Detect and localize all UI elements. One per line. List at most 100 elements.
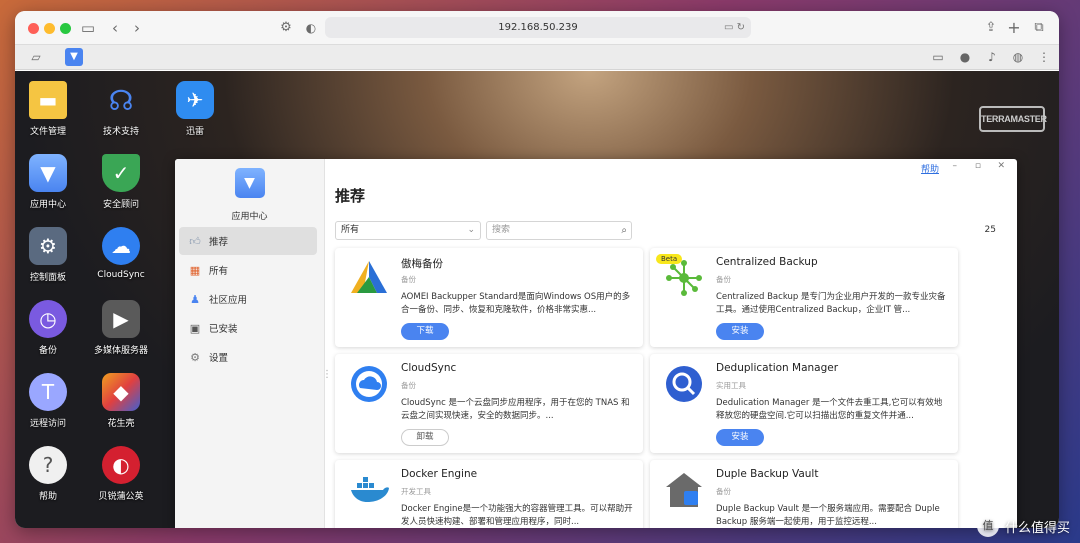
desktop-icon-remote-access[interactable]: T 远程访问	[15, 373, 81, 429]
community-icon: ♟	[190, 292, 200, 306]
thumbs-up-icon: 👍︎	[189, 234, 201, 248]
back-icon[interactable]: ‹	[105, 18, 125, 38]
nas-toolbar: ▱ ▼ ▭ ● ♪ ◍ ⋮	[15, 45, 1059, 70]
desktop-icon-file-manager[interactable]: ▬ 文件管理	[15, 81, 81, 137]
app-description: Dedulication Manager 是一个文件去重工具,它可以有效地释放您…	[716, 398, 943, 421]
minimize-window-button[interactable]	[44, 23, 55, 34]
app-center-main: 推荐 所有 ⌄ 搜索 ⌕ 25 傲梅备份 备份 AOMEI Backupper …	[325, 159, 1017, 528]
browser-titlebar: ▭ ‹ › ⚙ ◐ 192.168.50.239 ▭ ↻ ⇪ + ⧉	[15, 11, 1059, 45]
address-bar[interactable]: 192.168.50.239 ▭ ↻	[325, 17, 751, 38]
tab-overview-icon[interactable]: ⧉	[1029, 18, 1049, 38]
desktop-icon-media-server[interactable]: ▶ 多媒体服务器	[88, 300, 154, 356]
app-category: 实用工具	[716, 381, 746, 390]
chevron-down-icon: ⌄	[467, 225, 475, 235]
settings-icon: ⚙	[190, 350, 200, 364]
install-button[interactable]: 安装	[716, 323, 764, 340]
zoom-window-button[interactable]	[60, 23, 71, 34]
install-button[interactable]: 安装	[716, 429, 764, 446]
sidebar-item-settings[interactable]: ⚙ 设置	[179, 343, 317, 371]
app-category: 备份	[716, 275, 731, 284]
app-card-cloudsync[interactable]: CloudSync 备份 CloudSync 是一个云盘同步应用程序，用于在您的…	[335, 354, 643, 453]
brand-logo: TERRAMASTER	[979, 106, 1047, 132]
installed-icon: ▣	[189, 321, 201, 335]
url-text: 192.168.50.239	[498, 22, 578, 33]
sidebar-item-all[interactable]: ▦ 所有	[179, 256, 317, 284]
app-card-aomei[interactable]: 傲梅备份 备份 AOMEI Backupper Standard是面向Windo…	[335, 248, 643, 347]
sidebar-item-installed[interactable]: ▣ 已安装	[179, 314, 317, 342]
gear-icon: ⚙	[29, 227, 67, 265]
app-card-duple-backup-vault[interactable]: Duple Backup Vault 备份 Duple Backup Vault…	[650, 460, 958, 528]
app-center-taskbar-icon[interactable]: ▼	[65, 48, 83, 66]
sidebar-title: 应用中心	[231, 212, 268, 222]
app-category: 开发工具	[401, 487, 431, 496]
app-center-sidebar: ▼ 应用中心 👍︎ 推荐 ▦ 所有 ♟ 社区应用 ▣ 已安装 ⚙ 设置	[175, 159, 325, 528]
privacy-shield-icon[interactable]: ◐	[301, 18, 321, 38]
app-name: Centralized Backup	[716, 256, 818, 268]
dandelion-icon: ◐	[102, 446, 140, 484]
app-category: 备份	[401, 381, 416, 390]
page-title: 推荐	[335, 187, 366, 205]
shopping-bag-icon: ▼	[29, 154, 67, 192]
headset-icon: ☊	[108, 83, 134, 117]
search-icon[interactable]: ⌕	[621, 222, 627, 239]
desktop-icon[interactable]: ▱	[27, 48, 45, 66]
desktop-icon-oray[interactable]: ◆ 花生壳	[88, 373, 154, 429]
help-icon: ?	[29, 446, 67, 484]
desktop-icon-cloudsync[interactable]: ☁ CloudSync	[88, 227, 154, 280]
shield-icon: ✓	[102, 154, 140, 192]
app-description: Docker Engine是一个功能强大的容器管理工具。可以帮助开发人员快速构建…	[401, 504, 633, 527]
search-input[interactable]: 搜索 ⌕	[486, 221, 632, 240]
aomei-logo-icon	[347, 256, 391, 300]
desktop-icon-backup[interactable]: ◷ 备份	[15, 300, 81, 356]
app-count: 25	[984, 225, 996, 235]
desktop-icon-app-center[interactable]: ▼ 应用中心	[15, 154, 81, 210]
folder-icon: ▬	[29, 81, 67, 119]
app-category: 备份	[401, 275, 416, 284]
beta-badge: Beta	[656, 254, 683, 264]
app-center-logo-icon: ▼	[234, 168, 265, 198]
grid-icon: ▦	[189, 263, 201, 277]
desktop-icon-security-advisor[interactable]: ✓ 安全顾问	[88, 154, 154, 210]
uninstall-button[interactable]: 卸载	[401, 429, 449, 446]
reload-icon[interactable]: ▭ ↻	[724, 17, 745, 38]
desktop-icon-help[interactable]: ? 帮助	[15, 446, 81, 502]
category-filter-select[interactable]: 所有 ⌄	[335, 221, 481, 240]
docker-whale-icon	[347, 468, 391, 512]
cloud-sync-icon: ☁	[102, 227, 140, 265]
app-name: Duple Backup Vault	[716, 468, 819, 480]
settings-icon[interactable]: ⚙	[276, 18, 296, 38]
screen-icon[interactable]: ▭	[929, 48, 947, 66]
app-name: 傲梅备份	[401, 258, 443, 270]
app-description: CloudSync 是一个云盘同步应用程序，用于在您的 TNAS 和云盘之间实现…	[401, 398, 630, 421]
sidebar-item-community[interactable]: ♟ 社区应用	[179, 285, 317, 313]
bell-icon[interactable]: ♪	[983, 48, 1001, 66]
chat-icon[interactable]: ●	[956, 48, 974, 66]
forward-icon[interactable]: ›	[127, 18, 147, 38]
desktop-icon-control-panel[interactable]: ⚙ 控制面板	[15, 227, 81, 283]
share-icon[interactable]: ⇪	[981, 18, 1001, 38]
desktop-icon-xunlei[interactable]: ✈ 迅雷	[162, 81, 228, 137]
close-window-button[interactable]	[28, 23, 39, 34]
sidebar-toggle-icon[interactable]: ▭	[78, 18, 98, 38]
desktop-icon-dandelion[interactable]: ◐ 贝锐蒲公英	[88, 446, 154, 502]
vault-house-icon	[662, 468, 706, 512]
download-button[interactable]: 下载	[401, 323, 449, 340]
app-card-docker-engine[interactable]: Docker Engine 开发工具 Docker Engine是一个功能强大的…	[335, 460, 643, 528]
new-tab-icon[interactable]: +	[1004, 18, 1024, 38]
app-card-centralized-backup[interactable]: Beta Centralized Backup 备份 Centralized B…	[650, 248, 958, 347]
desktop-icon-support[interactable]: ☊ 技术支持	[88, 81, 154, 138]
app-name: Docker Engine	[401, 468, 478, 480]
browser-window: ▭ ‹ › ⚙ ◐ 192.168.50.239 ▭ ↻ ⇪ + ⧉ ▱ ▼ ▭…	[15, 11, 1059, 528]
app-card-deduplication-manager[interactable]: Deduplication Manager 实用工具 Dedulication …	[650, 354, 958, 453]
app-name: CloudSync	[401, 362, 457, 374]
app-description: Centralized Backup 是专门为企业用户开发的一款专业灾备工具。通…	[716, 292, 946, 315]
sidebar-item-recommended[interactable]: 👍︎ 推荐	[179, 227, 317, 255]
more-menu-icon[interactable]: ⋮	[1035, 48, 1053, 66]
remote-access-icon: T	[29, 373, 67, 411]
app-description: Duple Backup Vault 是一个服务端应用。需要配合 Duple B…	[716, 504, 940, 527]
globe-icon[interactable]: ◍	[1009, 48, 1027, 66]
watermark: 值 什么值得买	[976, 515, 1070, 537]
watermark-logo-icon: 值	[976, 515, 999, 537]
media-server-icon: ▶	[102, 300, 140, 338]
app-name: Deduplication Manager	[716, 362, 839, 374]
